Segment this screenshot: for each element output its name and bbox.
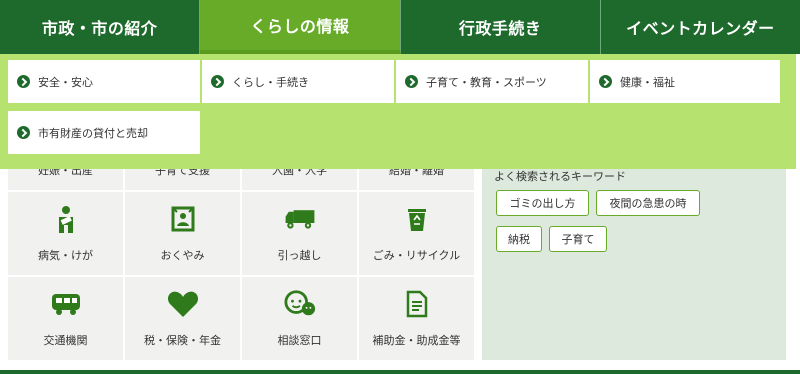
chevron-right-icon xyxy=(405,75,418,88)
person-bandage-icon xyxy=(50,203,82,235)
chevron-right-icon xyxy=(17,126,30,139)
dropdown-item-label: 安全・安心 xyxy=(38,75,93,89)
nav-item-city-intro[interactable]: 市政・市の紹介 xyxy=(0,0,201,54)
keyword-tag[interactable]: 夜間の急患の時 xyxy=(596,190,700,216)
tile-garbage[interactable]: ごみ・リサイクル xyxy=(359,192,474,275)
dropdown-item-label: 子育て・教育・スポーツ xyxy=(426,75,547,89)
keyword-tag[interactable]: 子育て xyxy=(549,226,607,252)
dropdown-item-city-property[interactable]: 市有財産の貸付と売却 xyxy=(8,111,200,154)
chat-bubbles-icon xyxy=(283,288,316,320)
recycle-bin-icon xyxy=(401,203,433,235)
dropdown-item-label: 市有財産の貸付と売却 xyxy=(38,126,148,140)
dropdown-item-label: 健康・福祉 xyxy=(620,75,675,89)
nav-item-living-info[interactable]: くらしの情報 xyxy=(200,0,401,54)
tile-moving[interactable]: 引っ越し xyxy=(242,192,359,275)
nav-item-event-calendar[interactable]: イベントカレンダー xyxy=(601,0,800,54)
keyword-panel: よく検索されるキーワード ゴミの出し方 夜間の急患の時 納税 子育て xyxy=(482,154,786,360)
memorial-frame-icon xyxy=(167,203,199,235)
tile-transport[interactable]: 交通機関 xyxy=(8,277,125,360)
tile-subsidy[interactable]: 補助金・助成金等 xyxy=(359,277,474,360)
chevron-right-icon xyxy=(211,75,224,88)
document-icon xyxy=(401,288,433,320)
keyword-tag[interactable]: 納税 xyxy=(496,226,542,252)
tile-illness[interactable]: 病気・けが xyxy=(8,192,125,275)
tile-label: 引っ越し xyxy=(277,249,322,262)
dropdown-item-childcare-education[interactable]: 子育て・教育・スポーツ xyxy=(396,60,588,103)
dropdown-item-safety[interactable]: 安全・安心 xyxy=(8,60,200,103)
keyword-tag[interactable]: ゴミの出し方 xyxy=(496,190,589,216)
living-info-dropdown: 安全・安心 くらし・手続き 子育て・教育・スポーツ 健康・福祉 市有財産の貸付と… xyxy=(0,54,796,169)
tile-consultation[interactable]: 相談窓口 xyxy=(242,277,359,360)
keyword-panel-title: よく検索されるキーワード xyxy=(494,170,626,183)
tile-label: 交通機関 xyxy=(43,334,88,347)
tile-label: 税・保険・年金 xyxy=(144,334,221,347)
chevron-right-icon xyxy=(599,75,612,88)
global-nav: 市政・市の紹介 くらしの情報 行政手続き イベントカレンダー xyxy=(0,0,800,54)
dropdown-item-label: くらし・手続き xyxy=(232,75,309,89)
tile-row-1: 病気・けが おくやみ 引っ越し ごみ・リサイクル xyxy=(8,192,474,275)
truck-icon xyxy=(284,203,316,235)
nav-item-procedures[interactable]: 行政手続き xyxy=(401,0,601,54)
bus-icon xyxy=(50,288,82,320)
tile-row-2: 交通機関 税・保険・年金 相談窓口 補助金・助成金等 xyxy=(8,277,474,360)
section-divider xyxy=(0,370,800,374)
heart-icon xyxy=(167,288,199,320)
tile-label: 病気・けが xyxy=(38,249,93,262)
tile-condolence[interactable]: おくやみ xyxy=(125,192,242,275)
dropdown-item-health-welfare[interactable]: 健康・福祉 xyxy=(590,60,780,103)
tile-label: ごみ・リサイクル xyxy=(372,249,461,262)
tile-tax[interactable]: 税・保険・年金 xyxy=(125,277,242,360)
tile-label: 補助金・助成金等 xyxy=(372,334,461,347)
tile-label: 相談窓口 xyxy=(277,334,322,347)
dropdown-item-living-procedures[interactable]: くらし・手続き xyxy=(202,60,394,103)
chevron-right-icon xyxy=(17,75,30,88)
tile-label: おくやみ xyxy=(160,249,205,262)
